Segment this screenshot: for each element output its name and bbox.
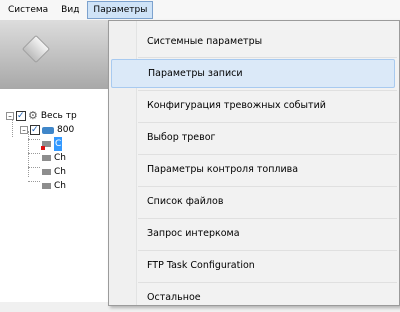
menu-item-system-params[interactable]: Системные параметры [111, 27, 395, 56]
gear-icon: ⚙ [28, 109, 38, 122]
menu-vid[interactable]: Вид [56, 1, 84, 19]
menu-bar: Система Вид Параметры [0, 0, 400, 21]
menu-item-file-list[interactable]: Список файлов [111, 187, 395, 216]
tree-device-label: 800 [57, 125, 75, 135]
menu-item-record-params[interactable]: Параметры записи [111, 59, 395, 88]
diamond-icon[interactable] [21, 34, 51, 64]
tree-line [28, 153, 40, 154]
toolbar [0, 21, 108, 89]
tree-line [28, 139, 40, 140]
menu-separator [138, 57, 397, 58]
tree-root-label: Весь тр [40, 111, 77, 121]
tree-line [28, 167, 40, 168]
menu-item-intercom[interactable]: Запрос интеркома [111, 219, 395, 248]
menu-item-alarm-config[interactable]: Конфигурация тревожных событий [111, 91, 395, 120]
tree-channel-4[interactable]: Ch [42, 179, 66, 193]
tree-line [28, 131, 29, 177]
tree-channel-label: Ch [54, 181, 66, 191]
tree-channel-1[interactable]: C [41, 137, 63, 151]
camera-icon [42, 126, 54, 134]
tree-channel-label: Ch [54, 167, 66, 177]
parameters-dropdown: Системные параметры Параметры записи Кон… [108, 20, 400, 306]
checkbox[interactable] [30, 123, 40, 137]
tree-channel-2[interactable]: Ch [42, 151, 66, 165]
tree-channel-label: C [54, 137, 63, 151]
device-tree: – ⚙ Весь тр – 800 C Ch Ch Ch [0, 89, 109, 302]
collapse-icon[interactable]: – [20, 126, 28, 134]
tree-root[interactable]: – ⚙ Весь тр [6, 109, 77, 123]
menu-item-fuel-params[interactable]: Параметры контроля топлива [111, 155, 395, 184]
channel-icon [42, 155, 51, 161]
menu-sistema[interactable]: Система [3, 1, 53, 19]
tree-line [28, 181, 40, 182]
tree-device[interactable]: – 800 [20, 123, 74, 137]
menu-item-ftp-task[interactable]: FTP Task Configuration [111, 251, 395, 280]
channel-icon [42, 183, 51, 189]
channel-icon [41, 141, 51, 150]
menu-parametry[interactable]: Параметры [87, 1, 154, 19]
checkbox[interactable] [16, 109, 26, 123]
tree-channel-label: Ch [54, 153, 66, 163]
menu-item-other[interactable]: Остальное [111, 283, 395, 312]
tree-channel-3[interactable]: Ch [42, 165, 66, 179]
collapse-icon[interactable]: – [6, 112, 14, 120]
menu-item-alarm-select[interactable]: Выбор тревог [111, 123, 395, 152]
channel-icon [42, 169, 51, 175]
